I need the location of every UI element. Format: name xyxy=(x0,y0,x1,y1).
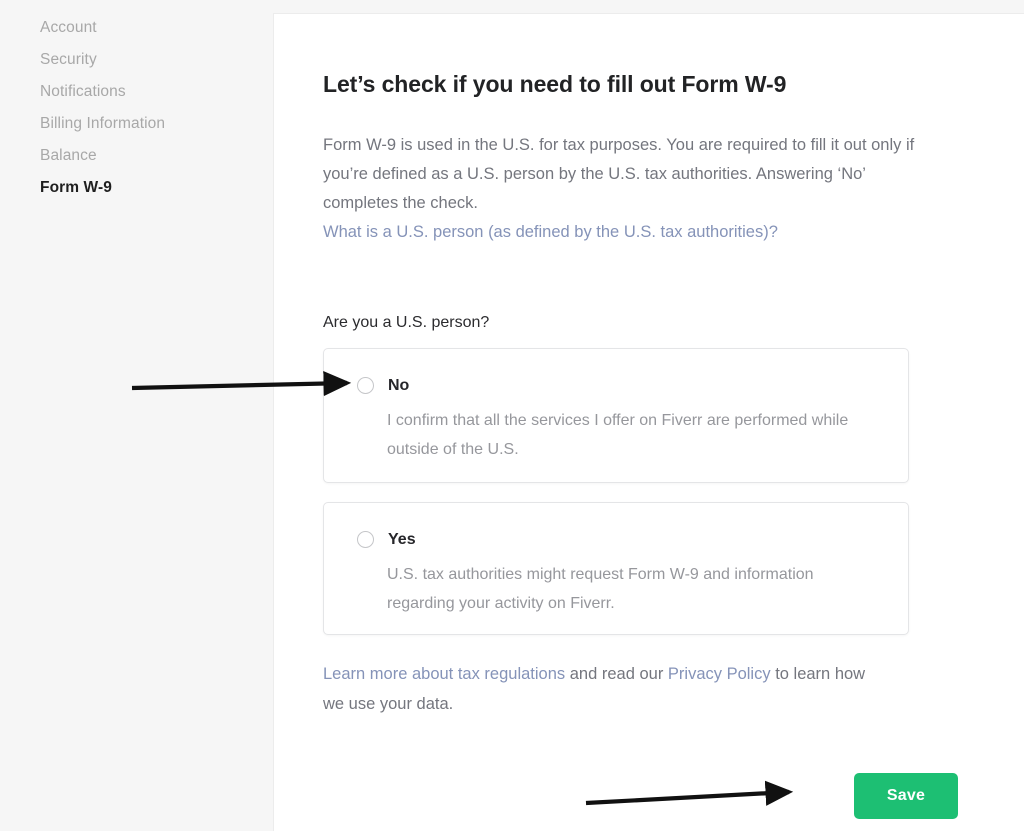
sidebar-item-label: Balance xyxy=(40,147,97,164)
sidebar-item-account[interactable]: Account xyxy=(0,12,273,44)
option-label-no: No xyxy=(388,377,410,394)
footnote-middle-text: and read our xyxy=(565,665,668,683)
sidebar-item-billing-information[interactable]: Billing Information xyxy=(0,108,273,140)
option-card-yes[interactable]: Yes U.S. tax authorities might request F… xyxy=(323,502,909,635)
sidebar-item-form-w9[interactable]: Form W-9 xyxy=(0,172,273,204)
sidebar-item-balance[interactable]: Balance xyxy=(0,140,273,172)
save-button[interactable]: Save xyxy=(854,773,958,819)
intro-link-line: What is a U.S. person (as defined by the… xyxy=(323,218,925,247)
question-label: Are you a U.S. person? xyxy=(323,314,490,331)
tax-regulations-link[interactable]: Learn more about tax regulations xyxy=(323,665,565,683)
option-description-no: I confirm that all the services I offer … xyxy=(387,412,849,458)
intro-text: Form W-9 is used in the U.S. for tax pur… xyxy=(323,136,915,212)
content-panel: Let’s check if you need to fill out Form… xyxy=(273,13,1024,831)
settings-sidebar: Account Security Notifications Billing I… xyxy=(0,0,273,831)
privacy-policy-link[interactable]: Privacy Policy xyxy=(668,665,771,683)
sidebar-item-label: Account xyxy=(40,19,97,36)
sidebar-item-label: Notifications xyxy=(40,83,126,100)
option-label-yes: Yes xyxy=(388,531,416,548)
radio-button-yes[interactable] xyxy=(357,531,374,548)
sidebar-nav-list: Account Security Notifications Billing I… xyxy=(0,12,273,204)
us-person-definition-link[interactable]: What is a U.S. person (as defined by the… xyxy=(323,223,778,241)
settings-page: Account Security Notifications Billing I… xyxy=(0,0,1024,831)
sidebar-item-notifications[interactable]: Notifications xyxy=(0,76,273,108)
sidebar-item-label: Form W-9 xyxy=(40,179,112,196)
sidebar-item-label: Billing Information xyxy=(40,115,166,132)
footnote: Learn more about tax regulations and rea… xyxy=(323,659,883,719)
radio-button-no[interactable] xyxy=(357,377,374,394)
option-description-yes: U.S. tax authorities might request Form … xyxy=(387,566,814,612)
sidebar-item-label: Security xyxy=(40,51,97,68)
sidebar-item-security[interactable]: Security xyxy=(0,44,273,76)
option-card-no[interactable]: No I confirm that all the services I off… xyxy=(323,348,909,483)
page-title: Let’s check if you need to fill out Form… xyxy=(323,71,787,97)
intro-paragraph: Form W-9 is used in the U.S. for tax pur… xyxy=(323,131,925,247)
